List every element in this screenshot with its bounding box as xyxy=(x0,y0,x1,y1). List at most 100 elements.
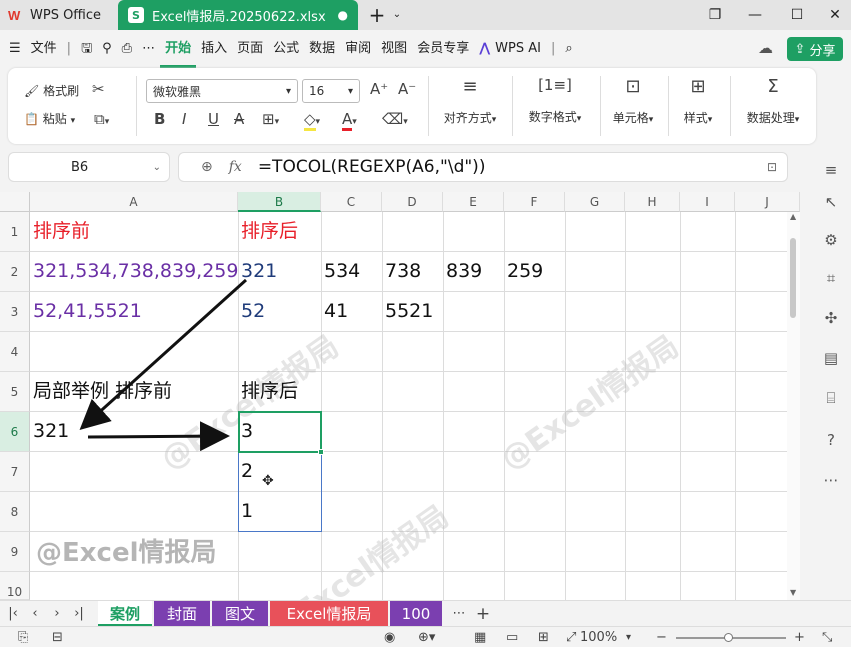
menu-insert[interactable]: 插入 xyxy=(196,30,232,68)
border-icon[interactable]: ⊞▾ xyxy=(262,110,279,128)
fill-color-icon[interactable]: ◇▾ xyxy=(304,110,320,131)
more-icon[interactable]: ⋯ xyxy=(137,30,160,68)
search-doc-icon[interactable]: ⚲ xyxy=(97,30,117,68)
menu-formula[interactable]: 公式 xyxy=(268,30,304,68)
document-tab[interactable]: S Excel情报局.20250622.xlsx ● xyxy=(118,0,358,30)
target-icon[interactable]: ⊕▾ xyxy=(418,629,435,646)
bold-button[interactable]: B xyxy=(154,110,165,128)
minimize-icon[interactable]: — xyxy=(740,5,770,25)
normal-view-icon[interactable]: ▦ xyxy=(474,629,486,646)
copy-icon[interactable]: ⧉▾ xyxy=(94,110,109,128)
sheet-tab-bar: |‹ ‹ › ›| 案例 封面 图文 Excel情报局 100 ⋯ + xyxy=(0,600,851,627)
sheet-tab-100[interactable]: 100 xyxy=(390,601,442,627)
menu-home[interactable]: 开始 xyxy=(160,33,197,68)
menu-bar: ☰ 文件 | 🖫 ⚲ ⎙ ⋯ 开始 插入 页面 公式 数据 审阅 视图 会员专享… xyxy=(0,30,851,68)
maximize-icon[interactable]: ☐ xyxy=(782,5,812,25)
font-name-value: 微软雅黑 xyxy=(153,84,202,99)
spreadsheet-grid[interactable]: A B C D E F G H I J 1 2 3 4 5 6 7 8 9 10 xyxy=(0,192,800,600)
tab-list-chevron-icon[interactable]: ⌄ xyxy=(382,5,412,25)
more-sheets-icon[interactable]: ⋯ xyxy=(450,603,468,625)
unsaved-dot-icon[interactable]: ● xyxy=(338,8,348,22)
book-icon[interactable]: ⌸ xyxy=(820,387,842,409)
prev-sheet-icon[interactable]: ‹ xyxy=(26,603,44,625)
italic-button[interactable]: I xyxy=(182,110,186,128)
ribbon-toolbar: 🖌 格式刷 ✂ 📋 粘贴 ▾ ⧉▾ 微软雅黑 ▾ 16 ▾ A⁺ A⁻ B I … xyxy=(8,68,816,144)
font-name-select[interactable]: 微软雅黑 ▾ xyxy=(146,79,298,103)
next-sheet-icon[interactable]: › xyxy=(48,603,66,625)
paste-button[interactable]: 📋 粘贴 ▾ xyxy=(24,110,75,127)
more-options-icon[interactable]: ⋯ xyxy=(820,469,842,491)
divider: | xyxy=(66,41,72,56)
first-sheet-icon[interactable]: |‹ xyxy=(4,603,22,625)
sheet-tab-excel-intel[interactable]: Excel情报局 xyxy=(270,601,388,627)
menu-file[interactable]: 文件 xyxy=(26,30,62,68)
adjust-icon[interactable]: ⚙ xyxy=(820,229,842,251)
scroll-thumb[interactable] xyxy=(790,238,796,318)
crop-icon[interactable]: ⌗ xyxy=(820,267,842,289)
break-view-icon[interactable]: ⊞ xyxy=(538,629,549,646)
menu-page[interactable]: 页面 xyxy=(232,30,268,68)
menu-member[interactable]: 会员专享 xyxy=(412,30,474,68)
font-size-select[interactable]: 16 ▾ xyxy=(302,79,360,103)
fx-icon[interactable]: fx xyxy=(229,159,242,175)
increase-font-icon[interactable]: A⁺ xyxy=(370,80,388,98)
style-button[interactable]: ⊞ 样式▾ xyxy=(676,76,720,126)
tools-icon[interactable]: ✣ xyxy=(820,307,842,329)
cell-button[interactable]: ⊡ 单元格▾ xyxy=(606,76,660,126)
sheet-tab-cover[interactable]: 封面 xyxy=(154,601,210,627)
format-painter-button[interactable]: 🖌 格式刷 xyxy=(24,82,79,99)
chevron-down-icon[interactable]: ▾ xyxy=(626,629,631,646)
sheet-tab-graphic[interactable]: 图文 xyxy=(212,601,268,627)
zoom-search-icon[interactable]: ⊕ xyxy=(201,159,213,175)
restore-tabs-icon[interactable]: ❐ xyxy=(700,5,730,25)
zoom-out-icon[interactable]: − xyxy=(656,629,667,646)
menu-data[interactable]: 数据 xyxy=(304,30,340,68)
pointer-icon[interactable]: ↖ xyxy=(820,191,842,213)
save-icon[interactable]: 🖫 xyxy=(76,30,97,68)
vertical-scrollbar[interactable]: ▲ ▼ xyxy=(787,212,800,600)
print-icon[interactable]: ⎙ xyxy=(117,30,137,68)
menu-view[interactable]: 视图 xyxy=(376,30,412,68)
font-color-icon[interactable]: A▾ xyxy=(342,110,357,131)
right-sidebar: ≡ ↖ ⚙ ⌗ ✣ ▤ ⌸ ? ⋯ xyxy=(812,145,851,600)
scroll-down-icon[interactable]: ▼ xyxy=(790,588,796,597)
divider xyxy=(512,76,513,136)
formula-input[interactable]: ⊕ fx =TOCOL(REGEXP(A6,"\d")) ⊡ xyxy=(178,152,788,182)
macro-icon[interactable]: ⎘ xyxy=(18,629,28,646)
hamburger-icon[interactable]: ☰ xyxy=(4,30,26,68)
underline-button[interactable]: U xyxy=(208,110,219,128)
search-icon[interactable]: ⌕ xyxy=(560,30,577,68)
cloud-icon[interactable]: ☁ xyxy=(758,39,773,57)
eraser-icon[interactable]: ⌫▾ xyxy=(382,110,408,128)
eye-icon[interactable]: ◉ xyxy=(384,629,395,646)
fullscreen-icon[interactable]: ⤢ xyxy=(566,629,576,646)
menu-review[interactable]: 审阅 xyxy=(340,30,376,68)
chevron-down-icon[interactable]: ⌄ xyxy=(153,162,161,173)
name-box[interactable]: B6 ⌄ xyxy=(8,152,170,182)
menu-wps-ai[interactable]: WPS AI xyxy=(495,30,546,68)
scroll-up-icon[interactable]: ▲ xyxy=(790,212,796,221)
strikethrough-button[interactable]: A xyxy=(234,110,244,128)
page-view-icon[interactable]: ▭ xyxy=(506,629,518,646)
zoom-in-icon[interactable]: + xyxy=(794,629,805,646)
zoom-value[interactable]: 100% xyxy=(580,629,617,646)
help-icon[interactable]: ? xyxy=(820,429,842,451)
layout-icon[interactable]: ⊟ xyxy=(52,629,63,646)
fit-screen-icon[interactable]: ⤡ xyxy=(822,629,832,646)
menu-lines-icon[interactable]: ≡ xyxy=(820,159,842,181)
number-format-button[interactable]: [1≡] 数字格式▾ xyxy=(520,76,590,125)
chart-icon[interactable]: ▤ xyxy=(820,347,842,369)
sheet-tab-case[interactable]: 案例 xyxy=(98,601,152,627)
data-process-button[interactable]: Σ 数据处理▾ xyxy=(738,76,808,126)
share-button[interactable]: ⇪ 分享 xyxy=(787,37,843,61)
close-window-icon[interactable]: ✕ xyxy=(820,5,850,25)
app-tab[interactable]: W WPS Office xyxy=(8,3,101,27)
align-button[interactable]: ≡ 对齐方式▾ xyxy=(440,76,500,126)
last-sheet-icon[interactable]: ›| xyxy=(70,603,88,625)
formula-expand-icon[interactable]: ⊡ xyxy=(767,160,777,174)
app-name: WPS Office xyxy=(30,7,102,23)
decrease-font-icon[interactable]: A⁻ xyxy=(398,80,416,98)
zoom-slider-thumb[interactable] xyxy=(724,633,733,642)
cut-icon[interactable]: ✂ xyxy=(92,80,105,98)
add-sheet-icon[interactable]: + xyxy=(474,603,492,625)
